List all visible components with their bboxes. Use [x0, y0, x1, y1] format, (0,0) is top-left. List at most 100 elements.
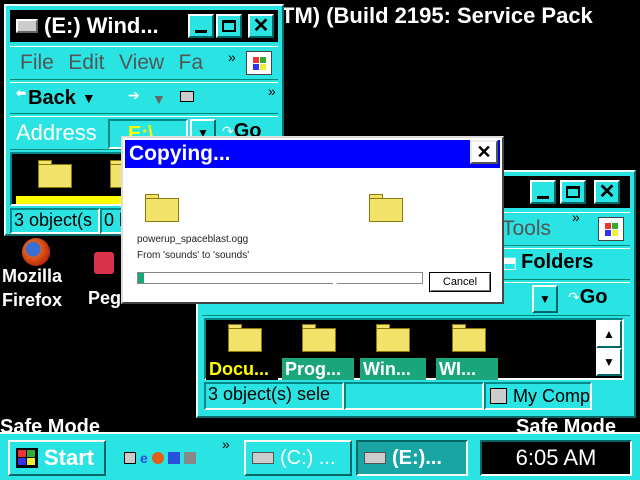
cancel-button[interactable]: Cancel	[429, 272, 491, 292]
quick-launch-more-icon[interactable]: »	[222, 436, 230, 452]
firefox-icon	[22, 238, 50, 266]
up-folder-icon[interactable]	[180, 91, 194, 102]
menu-file[interactable]: File	[20, 47, 54, 79]
status-objects: 3 object(s) sele	[204, 382, 344, 410]
back-label: Back	[28, 86, 76, 109]
go-button[interactable]: ↷ Go	[568, 286, 608, 309]
status-computer-label: My Comp	[512, 385, 590, 406]
maximize-button[interactable]	[560, 180, 586, 204]
menu-view[interactable]: View	[119, 47, 164, 79]
menu-favorites[interactable]: Fa	[179, 47, 204, 79]
progress-fill	[138, 273, 144, 283]
go-label: Go	[579, 286, 608, 308]
task-label-e: (E:)...	[392, 446, 442, 469]
start-button[interactable]: Start	[8, 440, 106, 476]
firefox-label-1: Mozilla	[2, 266, 63, 286]
minimize-icon	[537, 195, 549, 199]
toolbar-more-icon[interactable]: »	[268, 83, 276, 99]
scrollbar[interactable]: ▲ ▼	[596, 320, 622, 378]
status-bar: 3 object(s) sele My Comp	[204, 382, 624, 412]
folders-button[interactable]: ⬒ Folders	[502, 251, 593, 274]
go-arrow-icon: ↷	[568, 289, 580, 305]
folder-icon[interactable]	[38, 160, 72, 188]
menu-more-icon[interactable]: »	[572, 209, 580, 225]
forward-arrow-icon[interactable]: ➔	[128, 87, 140, 104]
minimize-icon	[195, 29, 207, 33]
mouse-cursor-icon	[333, 274, 342, 290]
task-button-c[interactable]: (C:) ...	[244, 440, 352, 476]
desktop-icon[interactable]	[124, 452, 136, 464]
copy-progress-bar	[137, 272, 423, 284]
status-blank	[344, 382, 484, 410]
dialog-title: Copying...	[129, 142, 231, 165]
drive-icon	[16, 19, 38, 33]
task-button-e[interactable]: (E:)...	[356, 440, 468, 476]
close-icon: ✕	[598, 181, 616, 203]
folders-label: Folders	[521, 251, 594, 273]
close-button[interactable]: ✕	[248, 14, 274, 38]
toolbar: ⬅ Back ▼ ➔ ▼ »	[10, 82, 278, 114]
quick-launch: e »	[116, 436, 236, 474]
file-label-wi[interactable]: WI...	[436, 358, 498, 380]
minimize-button[interactable]	[530, 180, 556, 204]
firefox-label-2: Firefox	[2, 290, 63, 310]
pegasus-label: Peg	[88, 288, 122, 308]
outlook-icon[interactable]	[167, 452, 180, 464]
folder-icon[interactable]	[228, 324, 262, 352]
file-label-windows[interactable]: Win...	[360, 358, 426, 380]
folder-icon[interactable]	[452, 324, 486, 352]
menu-more-icon[interactable]: »	[228, 41, 236, 73]
system-tray: 6:05 AM	[480, 440, 632, 476]
file-label-documents[interactable]: Docu...	[206, 358, 278, 380]
windows-logo-icon	[246, 51, 272, 75]
close-icon: ✕	[252, 15, 270, 37]
maximize-icon	[566, 186, 580, 198]
folders-icon: ⬒	[502, 254, 518, 272]
internet-explorer-icon[interactable]: e	[140, 450, 148, 466]
task-label-c: (C:) ...	[280, 446, 336, 469]
menu-bar: File Edit View Fa »	[10, 46, 278, 80]
chevron-down-icon: ▼	[81, 90, 96, 106]
menu-edit[interactable]: Edit	[68, 47, 104, 79]
back-arrow-icon: ⬅	[16, 86, 27, 100]
close-button[interactable]: ✕	[594, 180, 620, 204]
desktop-icon-firefox[interactable]: Mozilla Firefox	[0, 238, 80, 310]
file-pane[interactable]: Docu... Prog... Win... WI... ▲ ▼	[204, 318, 624, 380]
media-icon[interactable]	[183, 452, 196, 464]
folder-icon[interactable]	[376, 324, 410, 352]
copy-from-to: From 'sounds' to 'sounds'	[137, 250, 250, 261]
start-label: Start	[44, 445, 95, 470]
desktop-icon-pegasus[interactable]: Peg	[86, 250, 122, 308]
scroll-up-button[interactable]: ▲	[596, 320, 622, 348]
firefox-icon[interactable]	[151, 452, 164, 464]
menu-tools[interactable]: Tools	[502, 217, 551, 241]
address-dropdown-button[interactable]: ▼	[532, 285, 558, 313]
dialog-title-bar[interactable]: Copying...	[125, 140, 500, 168]
computer-icon	[490, 388, 507, 404]
destination-folder-icon	[369, 194, 403, 222]
status-objects: 3 object(s	[10, 208, 100, 234]
desktop-banner: TM) (Build 2195: Service Pack	[281, 3, 593, 28]
folder-icon[interactable]	[302, 324, 336, 352]
cancel-label: Cancel	[442, 276, 478, 288]
scroll-down-button[interactable]: ▼	[596, 348, 622, 376]
clock[interactable]: 6:05 AM	[516, 445, 597, 471]
dialog-close-button[interactable]: ✕	[470, 140, 498, 164]
windows-logo-icon	[16, 448, 38, 468]
window-title: (E:) Wind...	[44, 13, 159, 38]
address-label: Address	[16, 120, 97, 145]
forward-chevron-icon[interactable]: ▼	[152, 91, 166, 107]
minimize-button[interactable]	[188, 14, 214, 38]
maximize-button[interactable]	[216, 14, 242, 38]
drive-icon	[364, 452, 386, 464]
copy-filename: powerup_spaceblast.ogg	[137, 234, 249, 245]
windows-logo-icon	[598, 217, 624, 241]
pegasus-icon	[94, 252, 114, 274]
close-icon: ✕	[476, 141, 492, 162]
file-label-program-files[interactable]: Prog...	[282, 358, 354, 380]
copying-dialog[interactable]: Copying... ✕ powerup_spaceblast.ogg From…	[121, 136, 504, 304]
back-button[interactable]: ⬅ Back ▼	[16, 85, 96, 111]
status-zone: My Comp	[484, 382, 592, 410]
source-folder-icon	[145, 194, 179, 222]
drive-icon	[252, 452, 274, 464]
